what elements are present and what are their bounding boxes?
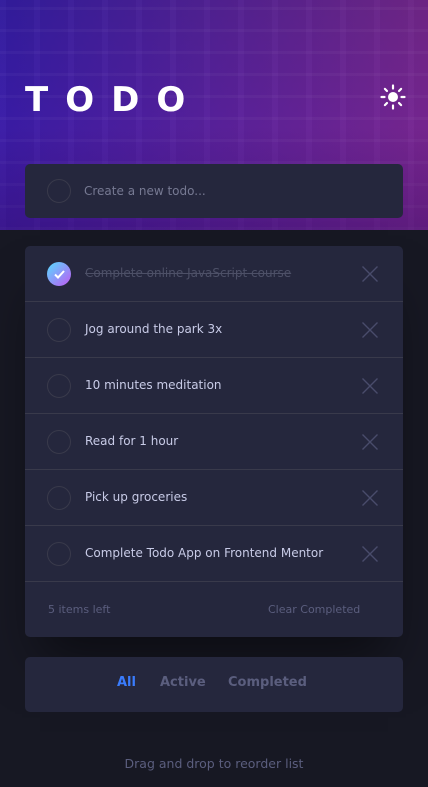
todo-text: Jog around the park 3x — [85, 322, 223, 336]
todo-text: Complete online JavaScript course — [85, 266, 292, 280]
close-icon[interactable] — [362, 266, 378, 282]
filter-active[interactable]: Active — [160, 675, 206, 690]
filter-all[interactable]: All — [117, 675, 136, 690]
todo-item[interactable]: Jog around the park 3x — [25, 302, 403, 358]
close-icon[interactable] — [362, 322, 378, 338]
check-circle[interactable] — [47, 486, 71, 510]
app-title: TODO — [25, 80, 203, 120]
check-circle[interactable] — [47, 542, 71, 566]
new-todo-input[interactable] — [84, 179, 384, 203]
check-circle[interactable] — [47, 374, 71, 398]
check-icon — [54, 270, 65, 279]
close-icon[interactable] — [362, 378, 378, 394]
todo-item[interactable]: Read for 1 hour — [25, 414, 403, 470]
filter-bar: All Active Completed — [25, 657, 403, 712]
todo-item[interactable]: Complete online JavaScript course — [25, 246, 403, 302]
filter-completed[interactable]: Completed — [228, 675, 307, 690]
todo-text: Complete Todo App on Frontend Mentor — [85, 546, 324, 560]
todo-item[interactable]: Complete Todo App on Frontend Mentor — [25, 526, 403, 582]
drag-drop-hint: Drag and drop to reorder list — [124, 756, 304, 771]
new-todo-check-circle[interactable] — [47, 179, 71, 203]
list-footer: 5 items left Clear Completed — [25, 582, 403, 637]
todo-list: Complete online JavaScript course Jog ar… — [25, 246, 403, 637]
clear-completed-button[interactable]: Clear Completed — [268, 603, 360, 616]
create-todo-card — [25, 164, 403, 218]
check-circle[interactable] — [47, 430, 71, 454]
close-icon[interactable] — [362, 490, 378, 506]
close-icon[interactable] — [362, 546, 378, 562]
check-circle[interactable] — [47, 318, 71, 342]
todo-item[interactable]: 10 minutes meditation — [25, 358, 403, 414]
sun-icon[interactable] — [380, 84, 406, 110]
items-left-count: 5 items left — [48, 603, 111, 616]
todo-text: Read for 1 hour — [85, 434, 179, 448]
check-circle-checked[interactable] — [47, 262, 71, 286]
todo-text: 10 minutes meditation — [85, 378, 222, 392]
close-icon[interactable] — [362, 434, 378, 450]
todo-item[interactable]: Pick up groceries — [25, 470, 403, 526]
todo-text: Pick up groceries — [85, 490, 188, 504]
